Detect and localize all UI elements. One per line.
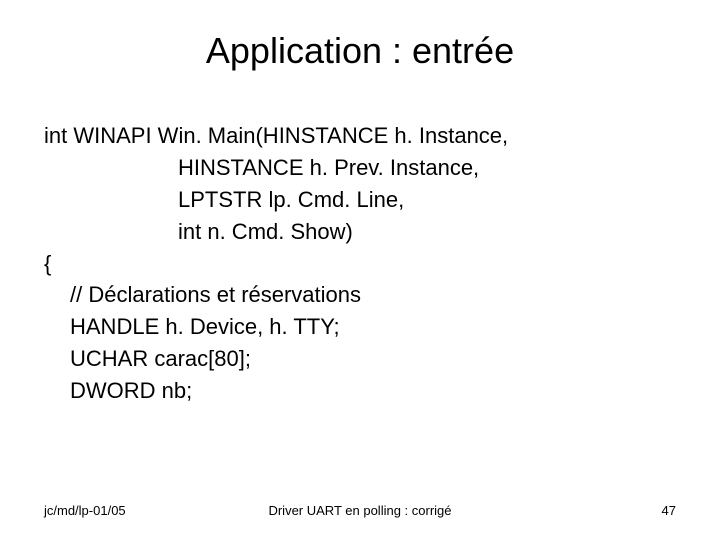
code-line: DWORD nb; xyxy=(44,375,684,407)
footer-center: Driver UART en polling : corrigé xyxy=(0,503,720,518)
code-line: int n. Cmd. Show) xyxy=(44,216,684,248)
code-line: HANDLE h. Device, h. TTY; xyxy=(44,311,684,343)
code-line: int WINAPI Win. Main(HINSTANCE h. Instan… xyxy=(44,120,684,152)
code-line: // Déclarations et réservations xyxy=(44,279,684,311)
code-line: LPTSTR lp. Cmd. Line, xyxy=(44,184,684,216)
slide-number: 47 xyxy=(662,503,676,518)
code-line: UCHAR carac[80]; xyxy=(44,343,684,375)
slide-title: Application : entrée xyxy=(0,30,720,72)
code-line: HINSTANCE h. Prev. Instance, xyxy=(44,152,684,184)
code-block: int WINAPI Win. Main(HINSTANCE h. Instan… xyxy=(44,120,684,407)
code-line: { xyxy=(44,248,684,280)
slide: Application : entrée int WINAPI Win. Mai… xyxy=(0,0,720,540)
